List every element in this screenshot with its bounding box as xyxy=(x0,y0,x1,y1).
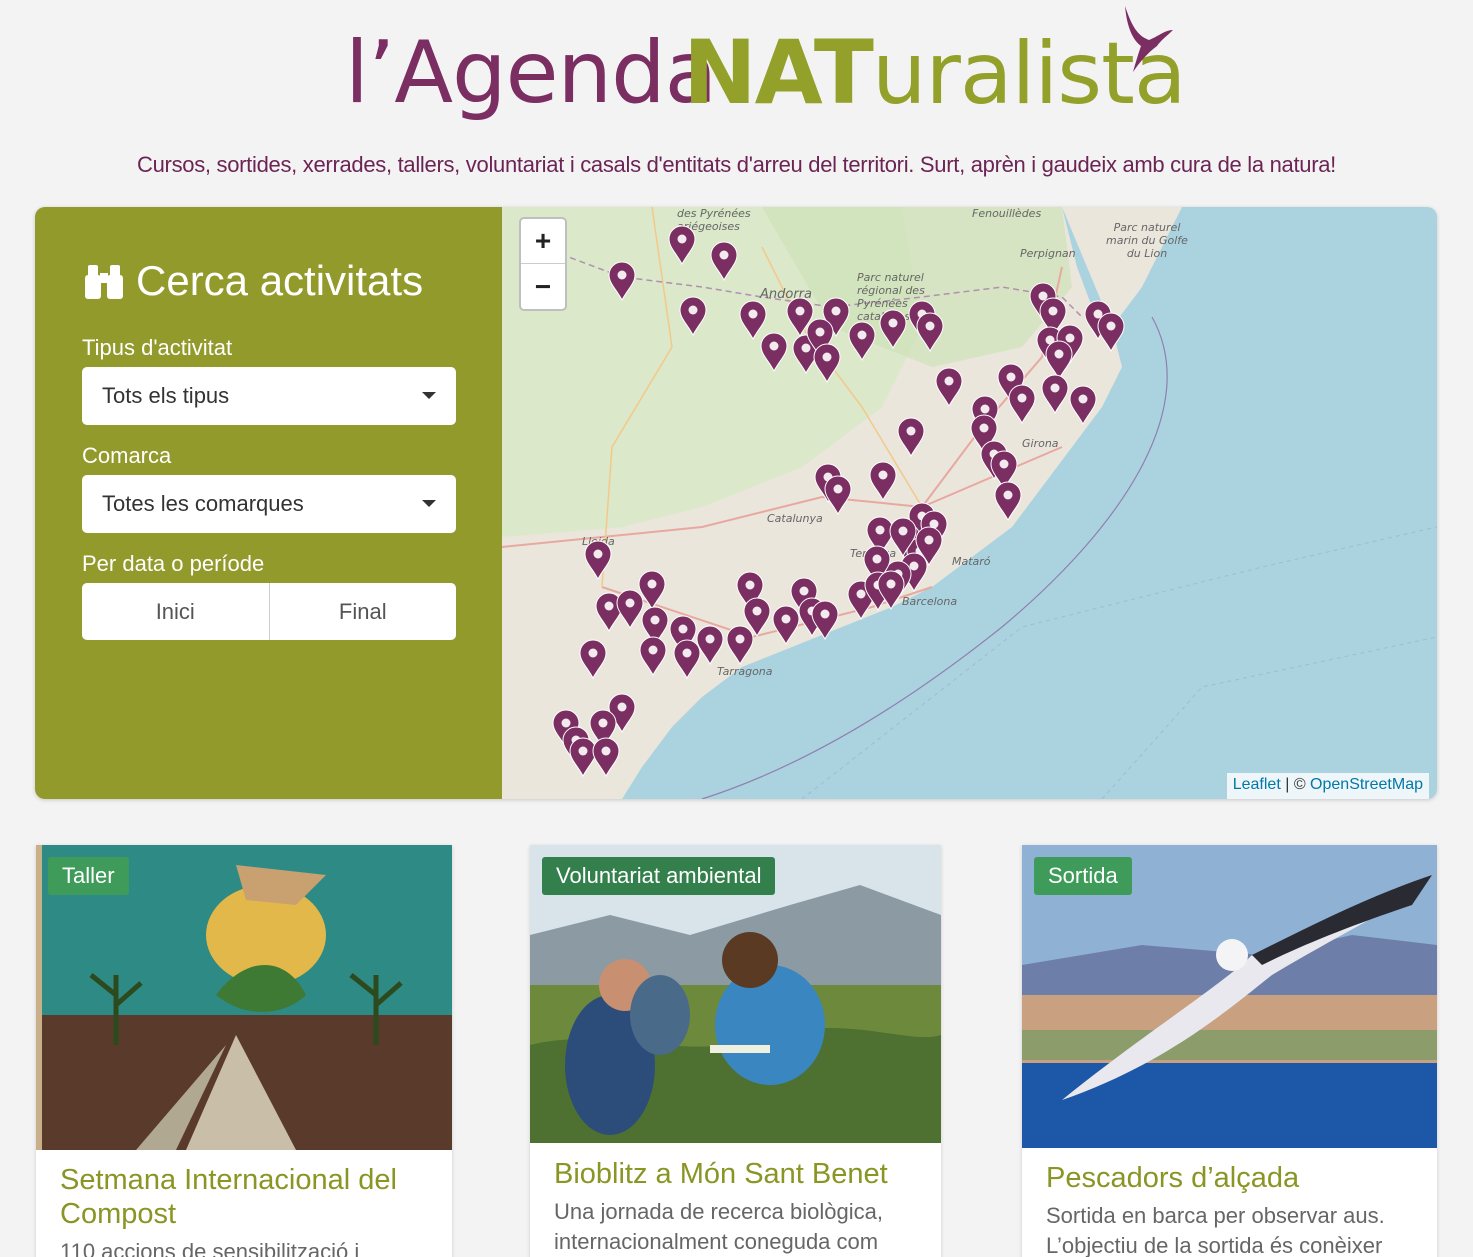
leaflet-link[interactable]: Leaflet xyxy=(1233,776,1281,793)
map-marker-pin-icon[interactable] xyxy=(1068,385,1098,425)
card-image: Sortida xyxy=(1022,845,1437,1148)
caret-down-icon xyxy=(422,500,436,507)
activity-type-value: Tots els tipus xyxy=(102,383,230,408)
region-select[interactable]: Totes les comarques xyxy=(82,475,456,533)
map-marker-pin-icon[interactable] xyxy=(1040,374,1070,414)
search-section: Cerca activitats Tipus d'activitat Tots … xyxy=(35,207,1437,799)
date-end-input[interactable]: Final xyxy=(270,583,457,640)
map-label-mataro: Mataró xyxy=(952,555,991,568)
map-marker-pin-icon[interactable] xyxy=(868,461,898,501)
swallow-bird-icon xyxy=(1125,6,1173,72)
binoculars-icon xyxy=(85,265,123,299)
card-category-badge: Taller xyxy=(48,857,129,895)
zoom-in-button[interactable]: + xyxy=(521,219,565,264)
map-marker-pin-icon[interactable] xyxy=(709,241,739,281)
search-title-text: Cerca activitats xyxy=(136,257,424,304)
activity-card[interactable]: Voluntariat ambiental Bioblitz a Món San… xyxy=(530,845,941,1257)
activity-card[interactable]: Sortida Pescadors d’alçada Sortida en ba… xyxy=(1022,845,1437,1257)
map-marker-pin-icon[interactable] xyxy=(678,296,708,336)
activity-type-label: Tipus d'activitat xyxy=(82,335,233,360)
date-label: Per data o període xyxy=(82,551,265,576)
caret-down-icon xyxy=(422,392,436,399)
map-marker-pin-icon[interactable] xyxy=(896,417,926,457)
card-description: Sortida en barca per observar aus. L’obj… xyxy=(1046,1203,1385,1257)
card-category-badge: Sortida xyxy=(1034,857,1132,895)
map-marker-pin-icon[interactable] xyxy=(915,312,945,352)
map-marker-pin-icon[interactable] xyxy=(578,639,608,679)
region-value: Totes les comarques xyxy=(102,491,304,516)
site-logo[interactable]: l’Agenda NATuralista xyxy=(345,6,1187,138)
card-title[interactable]: Setmana Internacional del Compost xyxy=(60,1163,440,1231)
date-range: Inici Final xyxy=(82,583,456,640)
map-marker-pin-icon[interactable] xyxy=(742,597,772,637)
site-tagline: Cursos, sortides, xerrades, tallers, vol… xyxy=(137,152,1336,177)
map-marker-pin-icon[interactable] xyxy=(810,600,840,640)
map-marker-pin-icon[interactable] xyxy=(591,737,621,777)
map-label-catalunya: Catalunya xyxy=(767,512,823,525)
map-marker-pin-icon[interactable] xyxy=(667,225,697,265)
map-marker-pin-icon[interactable] xyxy=(672,639,702,679)
map-marker-pin-icon[interactable] xyxy=(1096,312,1126,352)
map-label-fenouilledes: Fenouillèdes xyxy=(972,207,1042,220)
activity-type-select[interactable]: Tots els tipus xyxy=(82,367,456,425)
logo-text-agenda: l’Agenda xyxy=(345,23,717,123)
card-category-badge: Voluntariat ambiental xyxy=(542,857,776,895)
card-description: 110 accions de sensibilització i xyxy=(60,1239,360,1257)
date-start-input[interactable]: Inici xyxy=(82,583,270,640)
card-image: Taller xyxy=(36,845,452,1150)
map-marker-pin-icon[interactable] xyxy=(638,636,668,676)
map-marker-pin-icon[interactable] xyxy=(759,332,789,372)
region-label: Comarca xyxy=(82,443,172,468)
zoom-control: + − xyxy=(519,217,567,311)
map-marker-pin-icon[interactable] xyxy=(876,570,906,610)
map-label-perpignan: Perpignan xyxy=(1020,247,1076,260)
map-attribution: Leaflet | © OpenStreetMap xyxy=(1226,773,1429,799)
osm-link[interactable]: OpenStreetMap xyxy=(1310,776,1423,793)
map-tiles xyxy=(502,207,1437,799)
activity-card[interactable]: Taller Setmana Internacional del Compost… xyxy=(36,845,452,1257)
map-marker-pin-icon[interactable] xyxy=(812,343,842,383)
activities-map[interactable]: Andorra Catalunya Lleida Perpignan Parc … xyxy=(502,207,1437,799)
map-marker-pin-icon[interactable] xyxy=(878,309,908,349)
card-description: Una jornada de recerca biològica, intern… xyxy=(554,1199,883,1254)
card-image: Voluntariat ambiental xyxy=(530,845,941,1143)
map-marker-pin-icon[interactable] xyxy=(823,475,853,515)
map-label-tarragona: Tarragona xyxy=(717,665,773,678)
card-title[interactable]: Pescadors d’alçada xyxy=(1046,1161,1426,1195)
map-marker-pin-icon[interactable] xyxy=(993,481,1023,521)
map-label-parc-marin: Parc naturel marin du Golfe du Lion xyxy=(1106,221,1188,260)
map-label-girona: Girona xyxy=(1022,437,1059,450)
search-title: Cerca activitats xyxy=(82,255,423,307)
map-marker-pin-icon[interactable] xyxy=(1007,384,1037,424)
card-title[interactable]: Bioblitz a Món Sant Benet xyxy=(554,1157,934,1191)
map-marker-pin-icon[interactable] xyxy=(914,526,944,566)
map-marker-pin-icon[interactable] xyxy=(847,321,877,361)
search-panel: Cerca activitats Tipus d'activitat Tots … xyxy=(35,207,502,799)
map-marker-pin-icon[interactable] xyxy=(934,367,964,407)
map-marker-pin-icon[interactable] xyxy=(607,261,637,301)
map-marker-pin-icon[interactable] xyxy=(583,540,613,580)
zoom-out-button[interactable]: − xyxy=(521,264,565,309)
